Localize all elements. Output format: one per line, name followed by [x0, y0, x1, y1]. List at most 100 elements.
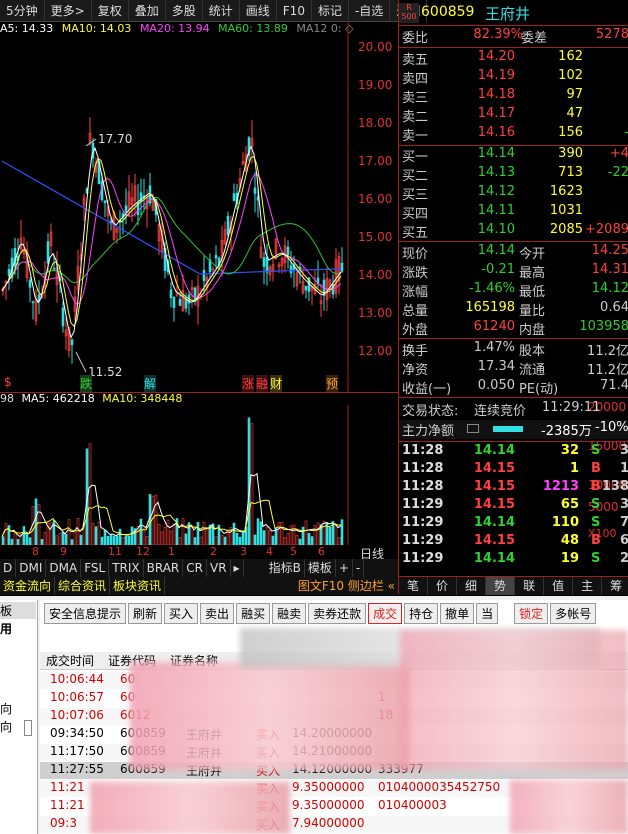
rtab[interactable]: 细 [457, 577, 487, 595]
toolbar-btn-3[interactable]: 统计 [203, 0, 240, 22]
toolbar-btn-2[interactable]: 多股 [166, 0, 203, 22]
trade-time: 11:21 [50, 798, 85, 812]
rtab[interactable]: 主 [573, 577, 603, 595]
ind-tab[interactable]: ▸ [231, 559, 244, 577]
rtab[interactable]: 价 [428, 577, 458, 595]
tick-price: 14.14 [473, 515, 515, 530]
tick-vol: 1 [569, 461, 579, 476]
bid-row[interactable]: 买四 14.11 1031 [399, 203, 628, 222]
ind-tab[interactable]: 模板 [305, 559, 336, 577]
netflow-icon[interactable] [467, 424, 479, 433]
buy-button[interactable]: 买入 [164, 602, 199, 624]
lock-button[interactable]: 锁定 [514, 602, 549, 624]
price-tick: 19.00 [358, 78, 393, 92]
stat-label: 最低 [519, 285, 546, 300]
info-tab[interactable]: 板块资讯 [110, 577, 166, 595]
toolbar-btn-7[interactable]: -自选 [349, 0, 391, 22]
ind-tab[interactable]: DMI [16, 559, 47, 577]
left-item[interactable]: 用 [0, 620, 12, 637]
bid-row[interactable]: 买五 14.10 2085 +2089 [399, 222, 628, 241]
ind-tab[interactable]: 指标B [266, 559, 305, 577]
volume-bar [91, 523, 95, 545]
ind-tab[interactable]: BRAR [144, 559, 184, 577]
f10-link[interactable]: 图文F10 侧边栏 « [295, 577, 398, 595]
more-button[interactable]: 更多> [45, 0, 92, 22]
ask-row[interactable]: 卖四 14.19 102 [399, 68, 628, 87]
rtab[interactable]: 筹 [602, 577, 628, 595]
stat-label: 涨跌 [402, 266, 429, 281]
positions-button[interactable]: 持仓 [404, 602, 439, 624]
ask-vol: 47 [566, 106, 583, 121]
period-selector[interactable]: 5分钟 [0, 0, 45, 22]
trade-time: 11:27:55 [50, 762, 104, 776]
toolbar-btn-0[interactable]: 复权 [92, 0, 129, 22]
cancel-order-button[interactable]: 撤单 [440, 602, 475, 624]
event-marker[interactable]: $ [4, 375, 12, 389]
sell-button[interactable]: 卖出 [200, 602, 235, 624]
volume-bar [235, 532, 239, 545]
trade-state-row: 交易状态: 连续竞价 11:29:11 [399, 400, 628, 419]
bid-row[interactable]: 买一 14.14 390 +4 [399, 146, 628, 165]
margin-buy-button[interactable]: 融买 [236, 602, 271, 624]
ind-tab[interactable]: FSL [81, 559, 110, 577]
stat-label: 流通 [519, 363, 546, 378]
left-item[interactable]: 向 [0, 700, 12, 717]
volume-bar [151, 495, 155, 545]
info-tab[interactable]: 资金流向 [0, 577, 56, 595]
volume-bar [163, 526, 167, 545]
ind-tab[interactable]: + [336, 559, 353, 577]
event-marker[interactable]: 解 [144, 375, 157, 392]
multi-account-button[interactable]: 多帐号 [550, 602, 597, 624]
quote-panel: R 500 600859 王府井 委比 82.39% 委差 5278 卖五 14… [398, 0, 628, 595]
event-marker[interactable]: 跌 [80, 375, 93, 392]
event-marker[interactable]: 融 [256, 375, 269, 392]
vol-ma5: MA5: 462218 [21, 392, 95, 405]
ask-row[interactable]: 卖一 14.16 156 - [399, 125, 628, 144]
margin-sell-button[interactable]: 融卖 [272, 602, 307, 624]
ind-tab[interactable]: D [0, 559, 17, 577]
bid-row[interactable]: 买二 14.13 713 -22 [399, 165, 628, 184]
badge-num: 500 [401, 12, 417, 21]
ind-tab[interactable]: TRIX [109, 559, 144, 577]
refresh-button[interactable]: 刷新 [128, 602, 163, 624]
weibi-label: 委比 [402, 31, 429, 46]
ask-row[interactable]: 卖五 14.20 162 [399, 49, 628, 68]
rtab[interactable]: 值 [544, 577, 574, 595]
rtab[interactable]: 势 [486, 577, 516, 595]
current-button[interactable]: 当 [476, 602, 499, 624]
ind-tab[interactable]: - [353, 559, 365, 577]
left-item[interactable]: 向 [0, 718, 12, 735]
toolbar-btn-6[interactable]: 标记 [312, 0, 349, 22]
price-tick: 12.00 [358, 344, 393, 358]
volume-chart[interactable] [0, 405, 398, 545]
stat-value: 11.2亿 [587, 363, 628, 378]
volume-bar [265, 526, 269, 545]
event-marker[interactable]: 预 [326, 375, 339, 392]
toolbar-btn-1[interactable]: 叠加 [129, 0, 166, 22]
toolbar-btn-5[interactable]: F10 [277, 0, 312, 22]
info-tab[interactable]: 综合资讯 [55, 577, 111, 595]
col-header[interactable]: 成交时间 [46, 652, 94, 669]
safety-info-button[interactable]: 安全信息提示 [44, 602, 127, 624]
sell-repay-button[interactable]: 卖券还款 [308, 602, 367, 624]
volume-bar [238, 536, 242, 545]
volume-bar [154, 494, 158, 545]
ind-tab[interactable]: CR [183, 559, 207, 577]
stat2-row: 换手 1.47% 股本 11.2亿 [399, 340, 628, 359]
ind-tab[interactable]: VR [207, 559, 231, 577]
event-marker[interactable]: 涨 [242, 375, 255, 392]
toolbar-btn-4[interactable]: 画线 [240, 0, 277, 22]
left-item[interactable]: 板 [0, 602, 36, 619]
volume-bar [316, 522, 320, 545]
ask-row[interactable]: 卖三 14.18 97 [399, 87, 628, 106]
rtab[interactable]: 笔 [399, 577, 429, 595]
event-marker[interactable]: 财 [270, 375, 283, 392]
ind-tab[interactable]: DMA [46, 559, 82, 577]
ask-row[interactable]: 卖二 14.17 47 [399, 106, 628, 125]
scroll-handle[interactable] [24, 720, 32, 736]
bid-row[interactable]: 买三 14.12 1623 [399, 184, 628, 203]
chart-toolbar: 5分钟 更多> 复权 叠加 多股 统计 画线 F10 标记 -自选 返回 [0, 0, 428, 22]
deals-button[interactable]: 成交 [368, 602, 403, 624]
volume-bar [4, 523, 8, 545]
rtab[interactable]: 联 [515, 577, 545, 595]
